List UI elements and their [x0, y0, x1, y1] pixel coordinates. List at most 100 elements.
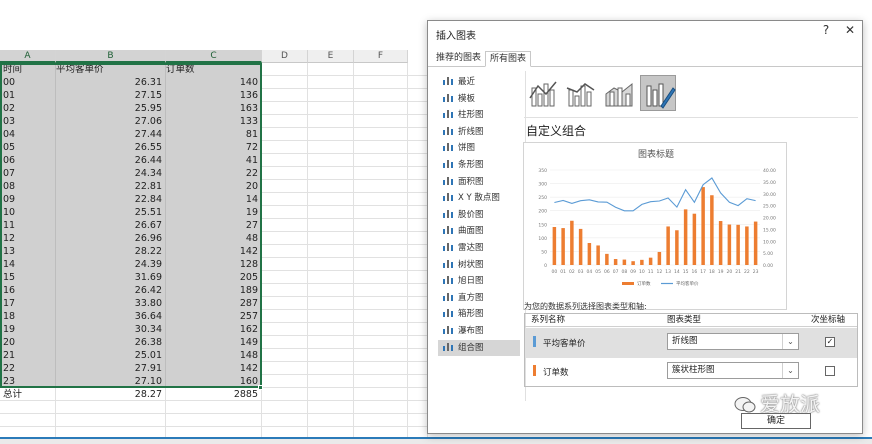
cell[interactable]: 31.69	[56, 271, 166, 284]
cell[interactable]: 133	[166, 115, 262, 128]
cell[interactable]	[262, 76, 308, 89]
chart-type-item[interactable]: 雷达图	[438, 240, 520, 256]
cell[interactable]	[308, 219, 354, 232]
cell[interactable]	[408, 128, 428, 141]
table-row[interactable]: 19 30.34 162	[0, 323, 428, 336]
cell[interactable]	[408, 102, 428, 115]
cell[interactable]	[308, 89, 354, 102]
cell[interactable]	[262, 349, 308, 362]
cell[interactable]	[308, 193, 354, 206]
chart-type-item[interactable]: 折线图	[438, 124, 520, 140]
cell[interactable]: 27.06	[56, 115, 166, 128]
chart-type-select[interactable]: 簇状柱形图 ⌄	[667, 362, 799, 379]
series-row[interactable]: 订单数 簇状柱形图 ⌄	[525, 357, 857, 387]
cell[interactable]: 18	[0, 310, 56, 323]
cell[interactable]: 27.91	[56, 362, 166, 375]
cell[interactable]: 20	[0, 336, 56, 349]
cell[interactable]	[354, 102, 408, 115]
cell[interactable]	[262, 297, 308, 310]
chart-type-item[interactable]: X Y 散点图	[438, 190, 520, 206]
cell[interactable]	[408, 414, 428, 427]
cell[interactable]	[262, 180, 308, 193]
column-header[interactable]: C	[166, 50, 262, 63]
secondary-axis-checkbox[interactable]: ✓	[825, 337, 835, 347]
cell[interactable]: 20	[166, 180, 262, 193]
cell[interactable]	[262, 219, 308, 232]
cell[interactable]	[408, 232, 428, 245]
cell[interactable]	[408, 63, 428, 76]
cell[interactable]	[354, 349, 408, 362]
cell[interactable]: 23	[0, 375, 56, 388]
cell[interactable]	[354, 388, 408, 401]
table-row[interactable]: 07 24.34 22	[0, 167, 428, 180]
chart-type-item[interactable]: 树状图	[438, 257, 520, 273]
cell[interactable]	[354, 323, 408, 336]
cell[interactable]: 72	[166, 141, 262, 154]
cell[interactable]	[354, 336, 408, 349]
chart-type-item[interactable]: 柱形图	[438, 107, 520, 123]
cell[interactable]	[262, 284, 308, 297]
chart-type-item[interactable]: 条形图	[438, 157, 520, 173]
cell[interactable]: 22	[0, 362, 56, 375]
help-button[interactable]: ?	[818, 23, 834, 37]
cell[interactable]: 时间	[0, 63, 56, 76]
chart-type-item[interactable]: 股价图	[438, 207, 520, 223]
cell[interactable]	[262, 336, 308, 349]
cell[interactable]	[308, 63, 354, 76]
cell[interactable]	[408, 245, 428, 258]
combo-variant-2[interactable]	[562, 75, 598, 111]
cell[interactable]: 27	[166, 219, 262, 232]
table-row[interactable]: 06 26.44 41	[0, 154, 428, 167]
cell[interactable]: 订单数	[166, 63, 262, 76]
cell[interactable]: 142	[166, 362, 262, 375]
custom-combo-button[interactable]	[640, 75, 676, 111]
cell[interactable]: 140	[166, 76, 262, 89]
cell[interactable]: 14	[166, 193, 262, 206]
cell[interactable]	[354, 76, 408, 89]
cell[interactable]: 28.22	[56, 245, 166, 258]
cell[interactable]	[308, 167, 354, 180]
cell[interactable]: 00	[0, 76, 56, 89]
cell[interactable]	[308, 258, 354, 271]
cell[interactable]: 160	[166, 375, 262, 388]
cell[interactable]	[408, 141, 428, 154]
cell[interactable]: 12	[0, 232, 56, 245]
cell[interactable]: 24.39	[56, 258, 166, 271]
table-row[interactable]: 总计 28.27 2885	[0, 388, 428, 401]
cell[interactable]	[262, 154, 308, 167]
cell[interactable]	[308, 323, 354, 336]
cell[interactable]	[308, 297, 354, 310]
cell[interactable]	[308, 232, 354, 245]
cell[interactable]	[56, 401, 166, 414]
table-row[interactable]: 04 27.44 81	[0, 128, 428, 141]
column-header[interactable]: A	[0, 50, 56, 63]
cell[interactable]	[408, 362, 428, 375]
cell[interactable]	[262, 375, 308, 388]
cell[interactable]	[354, 362, 408, 375]
cell[interactable]: 142	[166, 245, 262, 258]
cell[interactable]	[354, 206, 408, 219]
cell[interactable]: 27.10	[56, 375, 166, 388]
cell[interactable]	[354, 271, 408, 284]
table-row[interactable]: 01 27.15 136	[0, 89, 428, 102]
cell[interactable]: 81	[166, 128, 262, 141]
chart-type-item[interactable]: 瀑布图	[438, 323, 520, 339]
table-row[interactable]: 20 26.38 149	[0, 336, 428, 349]
cell[interactable]: 07	[0, 167, 56, 180]
cell[interactable]	[308, 154, 354, 167]
cell[interactable]: 19	[166, 206, 262, 219]
table-row[interactable]: 02 25.95 163	[0, 102, 428, 115]
cell[interactable]: 22.81	[56, 180, 166, 193]
cell[interactable]	[354, 63, 408, 76]
cell[interactable]	[354, 193, 408, 206]
cell[interactable]	[354, 310, 408, 323]
cell[interactable]: 128	[166, 258, 262, 271]
cell[interactable]	[354, 401, 408, 414]
cell[interactable]: 189	[166, 284, 262, 297]
cell[interactable]	[308, 271, 354, 284]
cell[interactable]	[354, 115, 408, 128]
cell[interactable]	[408, 180, 428, 193]
cell[interactable]	[262, 206, 308, 219]
cell[interactable]: 02	[0, 102, 56, 115]
series-row[interactable]: 平均客单价 折线图 ⌄ ✓	[525, 328, 857, 358]
